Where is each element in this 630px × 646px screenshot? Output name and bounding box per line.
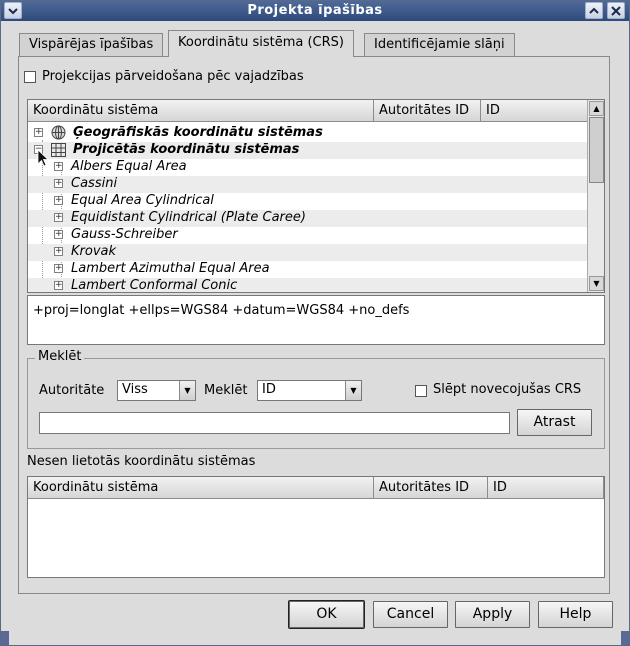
tree-row-label: Projicētās koordinātu sistēmas <box>73 142 300 157</box>
column-header-crs[interactable]: Koordinātu sistēma <box>28 100 374 122</box>
grid-icon <box>51 143 66 157</box>
scroll-down-icon[interactable]: ▼ <box>589 276 604 291</box>
authority-label: Autoritāte <box>39 383 105 398</box>
on-the-fly-label: Projekcijas pārveidošana pēc vajadzības <box>42 69 304 84</box>
tree-row[interactable]: + Lambert Conformal Conic <box>28 278 588 293</box>
recent-crs-table[interactable]: Koordinātu sistēma Autoritātes ID ID <box>27 476 605 578</box>
tree-row-label: Equal Area Cylindrical <box>71 193 214 208</box>
minimize-button[interactable] <box>585 2 603 19</box>
tree-row-label: Lambert Conformal Conic <box>71 278 238 293</box>
expand-icon[interactable]: + <box>34 128 43 137</box>
authority-select-value: Viss <box>122 382 148 397</box>
tree-row-label: Albers Equal Area <box>71 159 187 174</box>
tree-row[interactable]: + Cassini <box>28 176 588 193</box>
tab-identifiable-layers[interactable]: Identificējamie slāņi <box>364 33 515 56</box>
apply-button[interactable]: Apply <box>455 601 530 628</box>
search-by-select[interactable]: ID ▼ <box>257 380 362 401</box>
close-icon <box>611 5 621 16</box>
tree-row-label: Cassini <box>71 176 118 191</box>
column-header-crs[interactable]: Koordinātu sistēma <box>28 477 374 499</box>
column-header-id[interactable]: ID <box>481 100 588 122</box>
tree-row-projected[interactable]: − Projicētās koordinātu sistēmas <box>28 142 588 159</box>
hide-deprecated-label: Slēpt novecojušas CRS <box>433 382 582 397</box>
resize-grip-right[interactable] <box>621 631 629 645</box>
tree-row-label: Equidistant Cylindrical (Plate Caree) <box>71 210 306 225</box>
chevron-down-icon: ▼ <box>179 381 195 400</box>
tree-row-label: Gauss-Schreiber <box>71 227 178 242</box>
help-button[interactable]: Help <box>538 601 613 628</box>
tree-row[interactable]: + Albers Equal Area <box>28 159 588 176</box>
globe-icon <box>51 125 66 140</box>
title-bar[interactable]: Projekta īpašības <box>1 1 629 21</box>
scrollbar-thumb[interactable] <box>589 117 604 183</box>
tab-crs[interactable]: Koordinātu sistēma (CRS) <box>168 30 354 57</box>
tree-row[interactable]: + Lambert Azimuthal Equal Area <box>28 261 588 278</box>
authority-select[interactable]: Viss ▼ <box>117 380 196 401</box>
chevron-up-icon <box>589 7 599 14</box>
on-the-fly-checkbox[interactable] <box>24 71 36 83</box>
expand-icon[interactable]: + <box>54 196 63 205</box>
ok-button[interactable]: OK <box>288 600 365 629</box>
expand-icon[interactable]: + <box>54 179 63 188</box>
expand-icon[interactable]: + <box>54 213 63 222</box>
resize-grip-left[interactable] <box>1 631 9 645</box>
search-by-label: Meklēt <box>204 383 248 398</box>
search-group-title: Meklēt <box>35 349 85 364</box>
tree-row-label: Krovak <box>71 244 117 259</box>
find-button[interactable]: Atrast <box>517 409 592 436</box>
tree-row-label: Lambert Azimuthal Equal Area <box>71 261 270 276</box>
expand-icon[interactable]: + <box>54 247 63 256</box>
tree-row[interactable]: + Krovak <box>28 244 588 261</box>
project-properties-dialog: Projekta īpašības Vispārējas īpašības Ko… <box>0 0 630 646</box>
cancel-button[interactable]: Cancel <box>373 601 448 628</box>
search-by-select-value: ID <box>262 382 276 397</box>
column-header-id[interactable]: ID <box>488 477 604 499</box>
hide-deprecated-checkbox[interactable] <box>415 385 427 397</box>
crs-tree-scrollbar[interactable]: ▲ ▼ <box>587 100 604 292</box>
tree-row[interactable]: + Equidistant Cylindrical (Plate Caree) <box>28 210 588 227</box>
tree-row-geographic[interactable]: + Ģeogrāfiskās koordinātu sistēmas <box>28 125 588 142</box>
tree-row-label: Ģeogrāfiskās koordinātu sistēmas <box>73 125 323 140</box>
recent-crs-title: Nesen lietotās koordinātu sistēmas <box>27 454 256 469</box>
tab-general[interactable]: Vispārējas īpašības <box>19 33 164 56</box>
column-header-authority-id[interactable]: Autoritātes ID <box>374 100 481 122</box>
expand-icon[interactable]: + <box>54 162 63 171</box>
expand-icon[interactable]: + <box>54 230 63 239</box>
chevron-down-icon: ▼ <box>345 381 361 400</box>
scroll-up-icon[interactable]: ▲ <box>589 101 604 116</box>
search-query-input[interactable] <box>39 412 510 434</box>
expand-icon[interactable]: + <box>54 281 63 290</box>
column-header-authority-id[interactable]: Autoritātes ID <box>374 477 488 499</box>
proj-string-box: +proj=longlat +ellps=WGS84 +datum=WGS84 … <box>27 295 605 345</box>
close-button[interactable] <box>607 2 625 19</box>
tree-row[interactable]: + Gauss-Schreiber <box>28 227 588 244</box>
tree-row[interactable]: + Equal Area Cylindrical <box>28 193 588 210</box>
expand-icon[interactable]: + <box>54 264 63 273</box>
crs-tree[interactable]: Koordinātu sistēma Autoritātes ID ID + Ģ… <box>27 99 605 293</box>
window-title: Projekta īpašības <box>247 3 383 18</box>
